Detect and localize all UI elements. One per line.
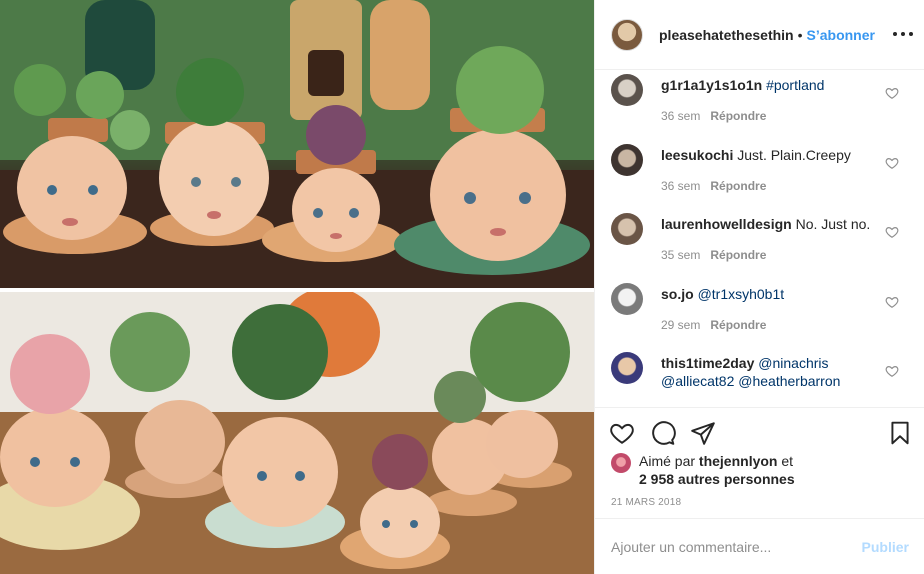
reply-button[interactable]: Répondre: [710, 248, 766, 262]
likes-text: Aimé par thejennlyon et 2 958 autres per…: [639, 452, 795, 488]
commenter-avatar[interactable]: [611, 283, 643, 315]
comments-list[interactable]: g1r1a1y1s1o1n #portland 36 sem Répondre l…: [595, 71, 924, 407]
comment-username[interactable]: g1r1a1y1s1o1n: [661, 77, 762, 93]
photo-bottom-doll-planters: [0, 292, 594, 574]
comment-text: No. Just no.: [795, 216, 871, 232]
commenter-avatar[interactable]: [611, 213, 643, 245]
like-comment-heart-icon[interactable]: [885, 295, 899, 309]
comment-username[interactable]: laurenhowelldesign: [661, 216, 792, 232]
reply-button[interactable]: Répondre: [710, 179, 766, 193]
comment-text: Just. Plain.Creepy: [737, 147, 851, 163]
comment-time: 36 sem: [661, 179, 701, 193]
more-horizontal-icon[interactable]: [893, 24, 913, 44]
comment-username[interactable]: leesukochi: [661, 147, 733, 163]
post-panel: pleasehatethesethin • S’abonner g1r1a1y1…: [594, 0, 924, 574]
likes-summary: Aimé par thejennlyon et 2 958 autres per…: [611, 452, 795, 488]
comment-meta: 35 sem Répondre: [661, 248, 766, 262]
comment-item: this1time2day @ninachris @alliecat82 @he…: [611, 352, 911, 407]
like-comment-heart-icon[interactable]: [885, 156, 899, 170]
comment-username[interactable]: this1time2day: [661, 355, 754, 371]
comment-time: 35 sem: [661, 248, 701, 262]
comment-body: laurenhowelldesign No. Just no.: [661, 215, 883, 233]
comment-mention[interactable]: @tr1xsyh0b1t: [698, 286, 785, 302]
publish-button[interactable]: Publier: [862, 539, 909, 555]
header-separator: •: [797, 26, 803, 43]
bookmark-icon[interactable]: [887, 420, 913, 446]
comment-item: leesukochi Just. Plain.Creepy 36 sem Répo…: [611, 144, 911, 204]
likes-connector: et: [781, 453, 794, 469]
comment-meta: 36 sem Répondre: [661, 109, 766, 123]
comment-item: laurenhowelldesign No. Just no. 35 sem Ré…: [611, 213, 911, 273]
reply-button[interactable]: Répondre: [710, 109, 766, 123]
like-comment-heart-icon[interactable]: [885, 364, 899, 378]
comment-hashtag[interactable]: #portland: [766, 77, 824, 93]
add-comment-bar: Publier: [595, 518, 924, 574]
comment-body: so.jo @tr1xsyh0b1t: [661, 285, 883, 303]
comment-mention[interactable]: @ninachris: [758, 355, 828, 371]
comment-time: 36 sem: [661, 109, 701, 123]
liker-username[interactable]: thejennlyon: [699, 453, 778, 469]
comment-username[interactable]: so.jo: [661, 286, 694, 302]
share-icon[interactable]: [690, 420, 716, 446]
comment-icon[interactable]: [650, 420, 676, 446]
commenter-avatar[interactable]: [611, 352, 643, 384]
comment-meta: 29 sem Répondre: [661, 318, 766, 332]
reply-button[interactable]: Répondre: [710, 318, 766, 332]
like-comment-heart-icon[interactable]: [885, 86, 899, 100]
heart-icon[interactable]: [609, 420, 635, 446]
follow-button[interactable]: S’abonner: [807, 27, 875, 43]
commenter-avatar[interactable]: [611, 74, 643, 106]
like-comment-heart-icon[interactable]: [885, 225, 899, 239]
post-header: pleasehatethesethin • S’abonner: [595, 0, 924, 70]
photo-top-doll-planters: [0, 0, 594, 288]
comment-item: so.jo @tr1xsyh0b1t 29 sem Répondre: [611, 283, 911, 343]
post-date[interactable]: 21 MARS 2018: [611, 497, 681, 508]
comment-body: this1time2day @ninachris @alliecat82 @he…: [661, 354, 883, 390]
comment-time: 29 sem: [661, 318, 701, 332]
comment-body: g1r1a1y1s1o1n #portland: [661, 76, 883, 94]
comment-body: leesukochi Just. Plain.Creepy: [661, 146, 883, 164]
commenter-avatar[interactable]: [611, 144, 643, 176]
likes-others-count[interactable]: 2 958 autres personnes: [639, 471, 795, 487]
comment-meta: 36 sem Répondre: [661, 179, 766, 193]
comment-mention-line2[interactable]: @alliecat82 @heatherbarron: [661, 373, 840, 389]
liker-avatar[interactable]: [611, 453, 631, 473]
comment-item: g1r1a1y1s1o1n #portland 36 sem Répondre: [611, 74, 911, 134]
author-username[interactable]: pleasehatethesethin: [659, 27, 794, 43]
likes-prefix: Aimé par: [639, 453, 696, 469]
author-avatar[interactable]: [611, 18, 643, 51]
add-comment-input[interactable]: [611, 538, 841, 556]
post-image[interactable]: [0, 0, 594, 574]
